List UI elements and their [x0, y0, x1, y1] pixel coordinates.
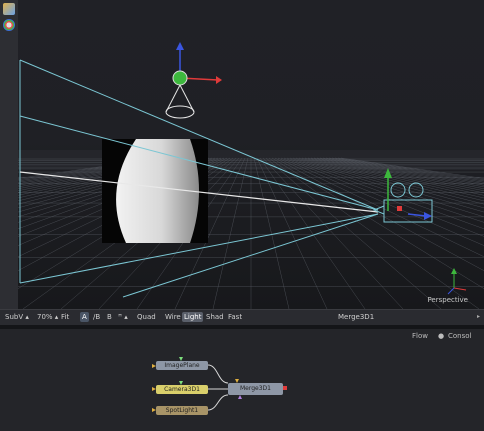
3d-viewport[interactable]: Perspective [18, 0, 484, 309]
subview-label: SubV [5, 313, 24, 321]
merge-bottom-input[interactable] [238, 395, 242, 399]
buffer-b-button[interactable]: B [107, 313, 112, 321]
viewed-node-name: Merge3D1 [338, 313, 375, 321]
toolbar-menu-icon[interactable]: ▸ [477, 313, 480, 320]
compare-label: ꟸ [118, 313, 123, 321]
quad-button[interactable]: Quad [137, 313, 156, 321]
merge-output[interactable] [283, 386, 287, 390]
fast-button[interactable]: Fast [228, 313, 242, 321]
node-imageplane[interactable]: ImagePlane [156, 361, 208, 370]
buffer-ab-button[interactable]: /B [93, 313, 100, 321]
buffer-a-button[interactable]: A [80, 312, 89, 322]
flow-panel[interactable]: Flow ● Consol ImagePlane Camera3D1 SpotL… [0, 329, 484, 431]
light-button[interactable]: Light [182, 312, 204, 322]
zoom-label: 70% [37, 313, 53, 321]
color-channel-icon[interactable] [3, 19, 15, 31]
view-options-icon[interactable] [3, 3, 15, 15]
wire-button[interactable]: Wire [165, 313, 181, 321]
node-spotlight[interactable]: SpotLight1 [156, 406, 208, 415]
subview-menu[interactable]: SubV ▴ [5, 313, 29, 321]
viewer-toolbar: SubV ▴ 70% ▴ Fit A /B B ꟸ ▴ Quad Wire Li… [0, 309, 484, 326]
view-mode-label[interactable]: Perspective [427, 296, 468, 304]
fusion-app: Perspective SubV ▴ 70% ▴ Fit A /B B ꟸ ▴ … [0, 0, 484, 431]
flow-connections [152, 357, 287, 412]
spotlight-gizmo[interactable] [165, 42, 222, 119]
shadow-button[interactable]: Shad [206, 313, 224, 321]
compare-menu[interactable]: ꟸ ▴ [118, 313, 128, 321]
node-camera3d[interactable]: Camera3D1 [156, 385, 208, 394]
viewer-side-strip [0, 0, 19, 309]
ground-grid [18, 157, 484, 309]
node-merge3d[interactable]: Merge3D1 [228, 383, 283, 395]
3d-scene [18, 42, 484, 309]
fit-button[interactable]: Fit [61, 313, 69, 321]
zoom-menu[interactable]: 70% ▴ [37, 313, 58, 321]
